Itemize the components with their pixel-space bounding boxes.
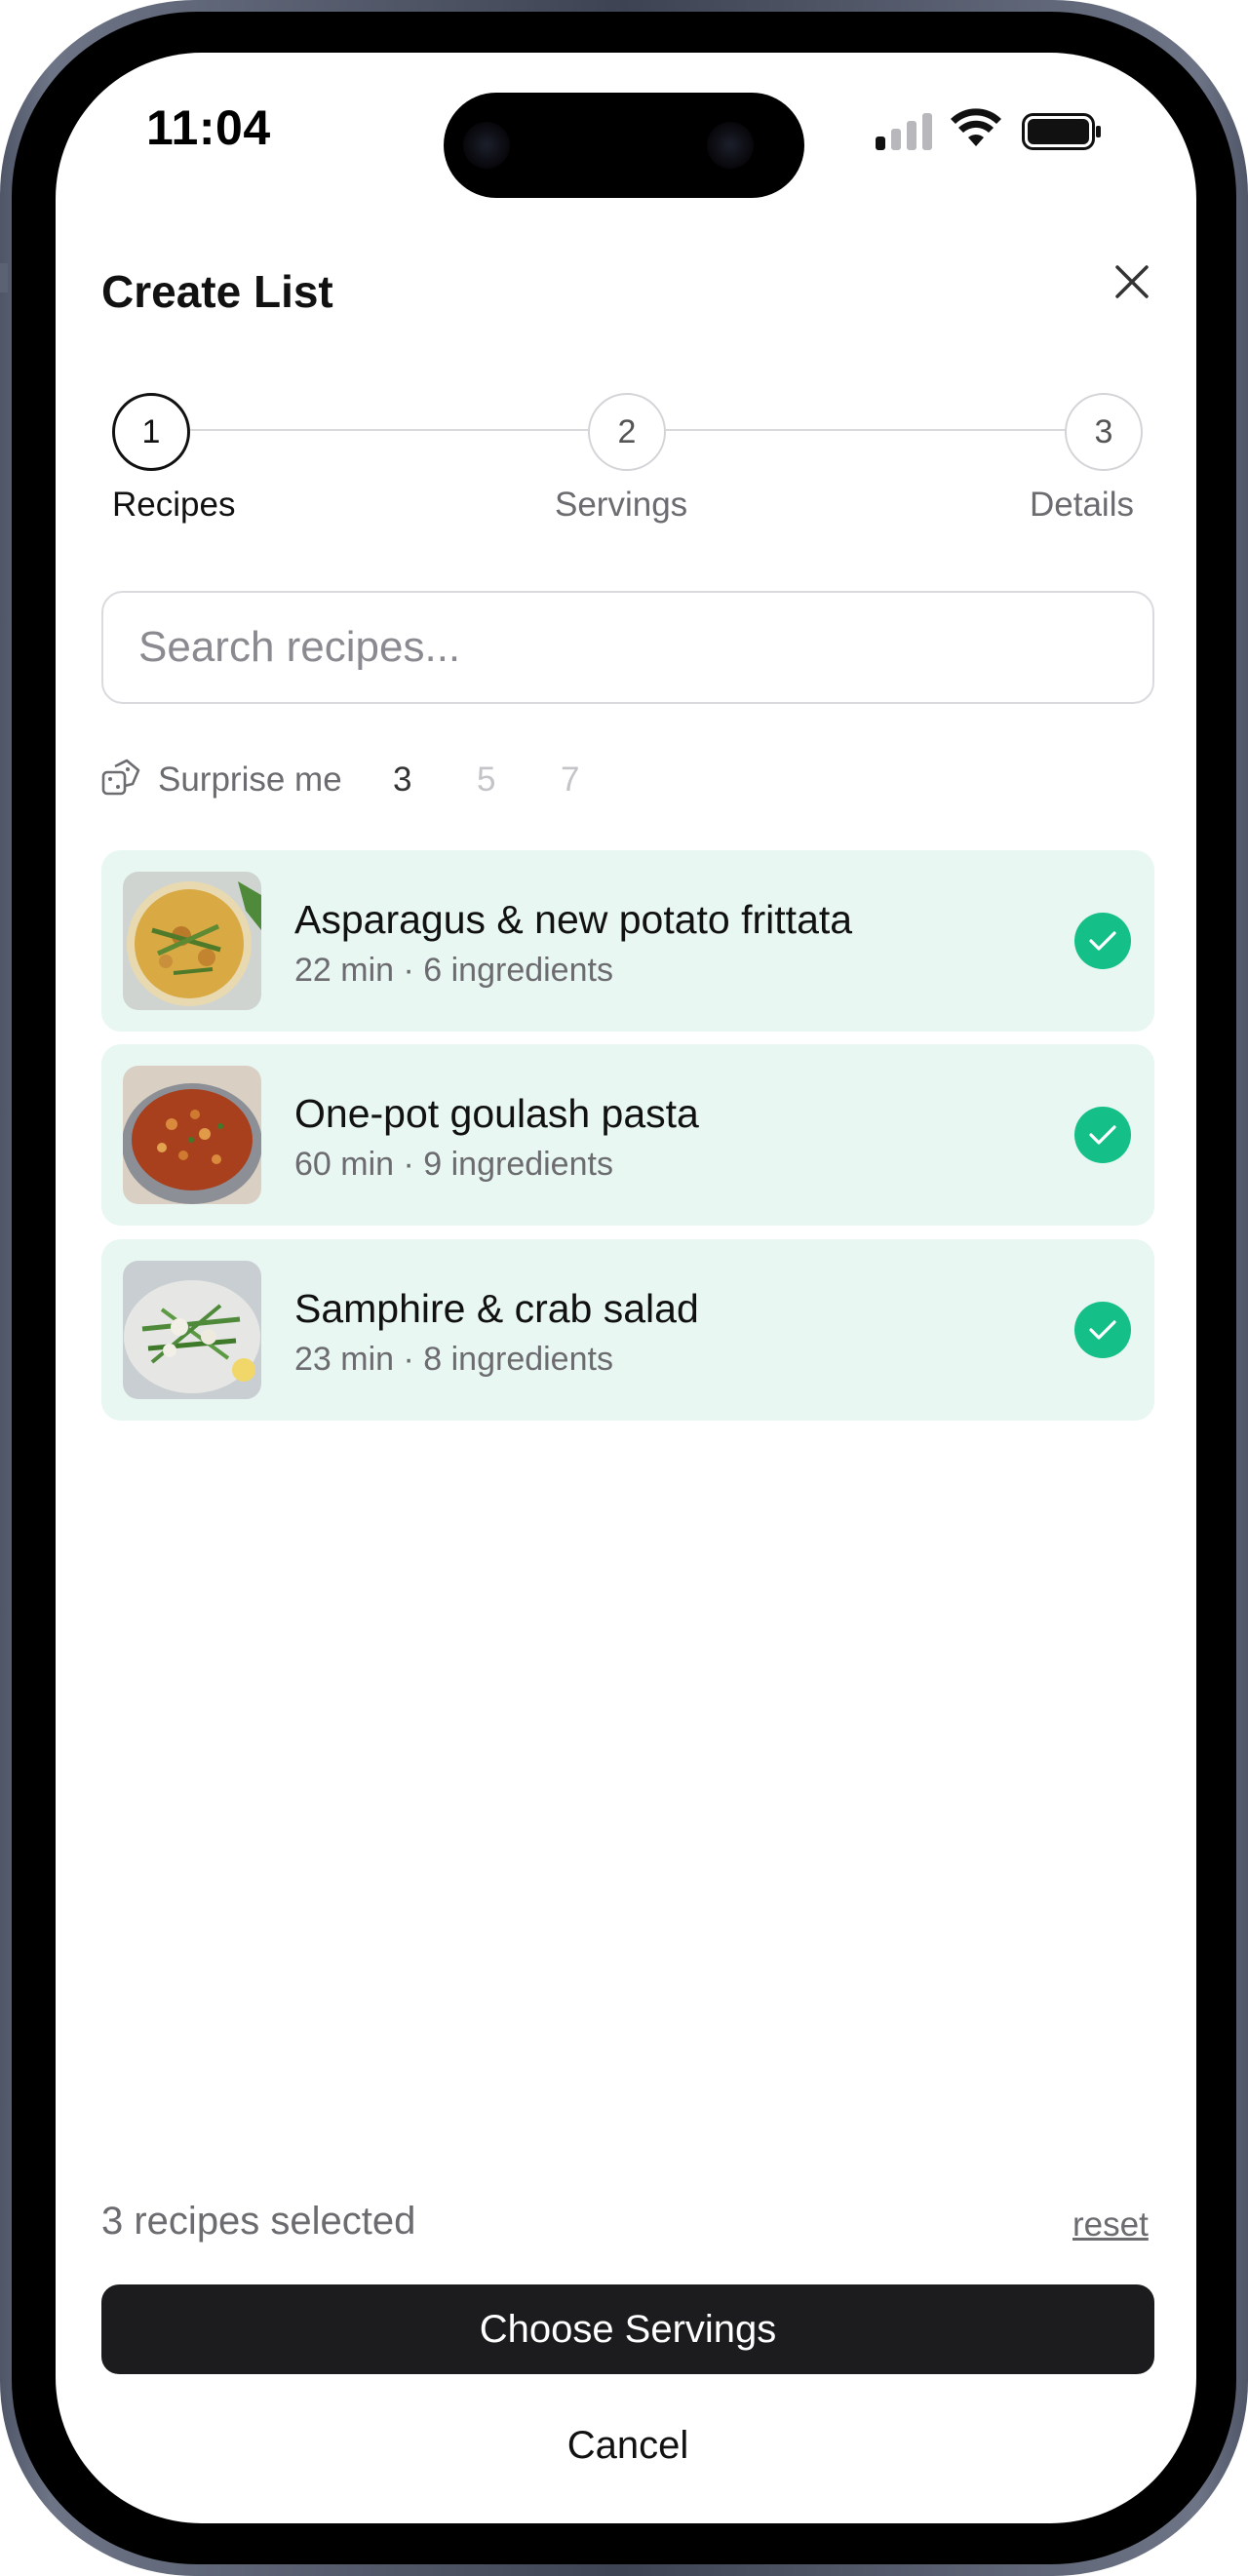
recipe-thumbnail-crab-salad — [123, 1261, 261, 1399]
close-icon[interactable] — [1112, 261, 1152, 302]
step-2-label: Servings — [555, 486, 688, 524]
search-input[interactable] — [101, 591, 1154, 704]
step-1-label: Recipes — [112, 486, 236, 524]
recipe-meta: 23 min · 8 ingredients — [294, 1341, 613, 1378]
recipe-meta: 60 min · 9 ingredients — [294, 1146, 613, 1183]
wifi-icon — [951, 108, 1001, 146]
cellular-signal-icon — [876, 111, 934, 150]
recipe-meta: 22 min · 6 ingredients — [294, 952, 613, 989]
reset-link[interactable]: reset — [1072, 2205, 1149, 2244]
step-2-circle[interactable]: 2 — [588, 393, 666, 471]
surprise-option-7[interactable]: 7 — [561, 761, 579, 800]
recipe-title: Samphire & crab salad — [294, 1286, 699, 1331]
dice-icon[interactable] — [101, 759, 140, 798]
sensor-icon — [463, 122, 510, 169]
stepper-line — [190, 429, 588, 431]
cancel-button[interactable]: Cancel — [101, 2416, 1154, 2475]
surprise-option-5[interactable]: 5 — [477, 761, 495, 800]
recipe-thumbnail-goulash — [123, 1066, 261, 1204]
surprise-option-3[interactable]: 3 — [393, 761, 411, 800]
side-button — [0, 263, 8, 293]
selected-check-icon[interactable] — [1074, 1302, 1131, 1358]
recipe-card[interactable]: Samphire & crab salad 23 min · 8 ingredi… — [101, 1239, 1154, 1421]
choose-servings-button[interactable]: Choose Servings — [101, 2284, 1154, 2374]
surprise-me-label[interactable]: Surprise me — [158, 761, 342, 800]
recipe-title: Asparagus & new potato frittata — [294, 897, 853, 942]
selected-check-icon[interactable] — [1074, 1107, 1131, 1163]
battery-icon — [1022, 113, 1101, 150]
step-3-label: Details — [1030, 486, 1134, 524]
page-title: Create List — [101, 266, 333, 317]
recipe-card[interactable]: One-pot goulash pasta 60 min · 9 ingredi… — [101, 1044, 1154, 1226]
status-time: 11:04 — [146, 100, 271, 155]
dynamic-island — [444, 93, 804, 198]
step-3-circle[interactable]: 3 — [1065, 393, 1143, 471]
camera-icon — [707, 122, 754, 169]
step-1-circle[interactable]: 1 — [112, 393, 190, 471]
recipe-title: One-pot goulash pasta — [294, 1091, 699, 1136]
recipe-thumbnail-frittata — [123, 872, 261, 1010]
surprise-row: Surprise me 3 5 7 — [101, 757, 686, 801]
selected-check-icon[interactable] — [1074, 913, 1131, 969]
selected-count: 3 recipes selected — [101, 2200, 416, 2243]
recipe-card[interactable]: Asparagus & new potato frittata 22 min ·… — [101, 850, 1154, 1032]
stepper-line — [666, 429, 1066, 431]
